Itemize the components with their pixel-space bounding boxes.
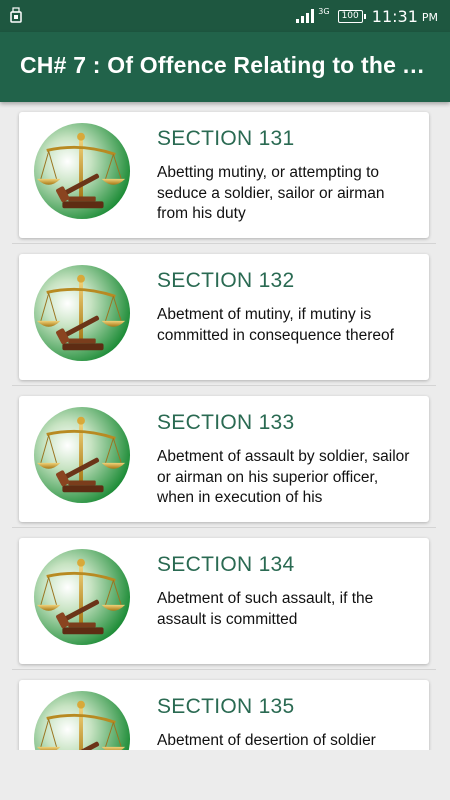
list-item[interactable]: SECTION 134 Abetment of such assault, if… <box>12 528 436 670</box>
scales-of-justice-icon <box>33 122 131 220</box>
battery-icon: 100 <box>337 9 366 23</box>
section-number: SECTION 134 <box>157 553 295 576</box>
section-number: SECTION 133 <box>157 411 295 434</box>
section-description: Abetment of desertion of soldier <box>157 732 376 749</box>
section-card[interactable]: SECTION 135 Abetment of desertion of sol… <box>19 680 429 750</box>
section-number: SECTION 132 <box>157 269 295 292</box>
scales-of-justice-icon <box>33 406 131 504</box>
scales-of-justice-icon <box>33 690 131 750</box>
section-card[interactable]: SECTION 134 Abetment of such assault, if… <box>19 538 429 664</box>
signal-icon <box>296 9 315 23</box>
bottom-area <box>0 750 450 800</box>
usb-icon <box>10 7 22 27</box>
list-item[interactable]: SECTION 131 Abetting mutiny, or attempti… <box>12 102 436 244</box>
network-type: 3G <box>318 7 330 16</box>
section-card[interactable]: SECTION 133 Abetment of assault by soldi… <box>19 396 429 522</box>
chapter-title: CH# 7 : Of Offence Relating to the Army,… <box>20 52 430 78</box>
clock: 11:31 <box>371 6 418 26</box>
list-item[interactable]: SECTION 133 Abetment of assault by soldi… <box>12 386 436 528</box>
scales-of-justice-icon <box>33 264 131 362</box>
section-description: Abetment of assault by soldier, sailor o… <box>157 448 410 506</box>
section-description: Abetment of such assault, if the assault… <box>157 590 374 628</box>
status-bar: 3G 100 11:31 PM <box>0 0 450 32</box>
section-card[interactable]: SECTION 132 Abetment of mutiny, if mutin… <box>19 254 429 380</box>
section-list[interactable]: SECTION 131 Abetting mutiny, or attempti… <box>0 102 450 750</box>
scales-of-justice-icon <box>33 548 131 646</box>
section-number: SECTION 131 <box>157 127 295 150</box>
clock-ampm: PM <box>421 10 438 24</box>
section-description: Abetment of mutiny, if mutiny is committ… <box>157 306 394 344</box>
section-description: Abetting mutiny, or attempting to seduce… <box>157 164 385 222</box>
list-item[interactable]: SECTION 132 Abetment of mutiny, if mutin… <box>12 244 436 386</box>
app-bar: CH# 7 : Of Offence Relating to the Army,… <box>0 32 450 102</box>
list-item[interactable]: SECTION 135 Abetment of desertion of sol… <box>12 670 436 750</box>
section-card[interactable]: SECTION 131 Abetting mutiny, or attempti… <box>19 112 429 238</box>
section-number: SECTION 135 <box>157 695 295 718</box>
